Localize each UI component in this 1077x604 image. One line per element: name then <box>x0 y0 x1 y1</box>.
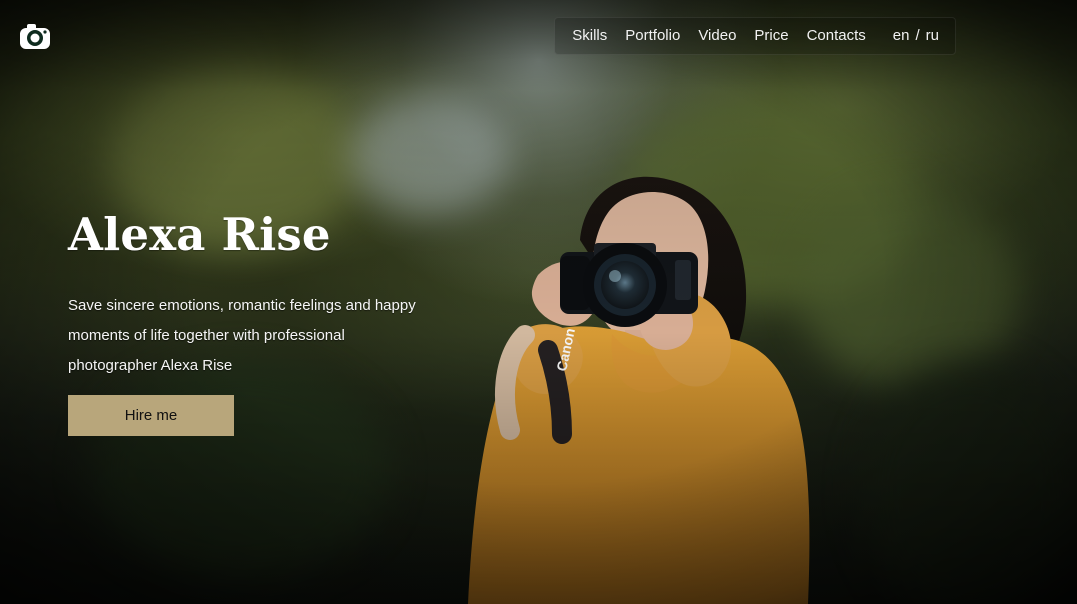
main-navigation: Skills Portfolio Video Price Contacts en… <box>554 17 956 55</box>
camera-lens-glass <box>601 261 649 309</box>
language-separator: / <box>915 27 920 44</box>
site-header: Skills Portfolio Video Price Contacts en… <box>14 14 956 58</box>
hero-title: Alexa Rise <box>68 208 331 261</box>
hero-content: Alexa Rise Save sincere emotions, romant… <box>56 207 438 455</box>
language-option-ru[interactable]: ru <box>926 27 939 45</box>
nav-portfolio[interactable]: Portfolio <box>620 22 685 50</box>
camera-side-dial <box>675 260 691 300</box>
language-option-en[interactable]: en <box>893 27 910 45</box>
nav-skills[interactable]: Skills <box>567 22 612 50</box>
hero-description: Save sincere emotions, romantic feelings… <box>68 297 416 374</box>
hire-me-button[interactable]: Hire me <box>68 395 234 436</box>
logo-button[interactable] <box>14 15 56 57</box>
camera-lens-highlight <box>609 270 621 282</box>
photographer-landing-page: Canon Skills Portfolio Video Price Conta… <box>0 0 1077 604</box>
camera-icon <box>20 24 50 49</box>
nav-video[interactable]: Video <box>693 22 741 50</box>
nav-price[interactable]: Price <box>749 22 793 50</box>
nav-contacts[interactable]: Contacts <box>802 22 871 50</box>
language-switcher: en / ru <box>885 23 947 49</box>
